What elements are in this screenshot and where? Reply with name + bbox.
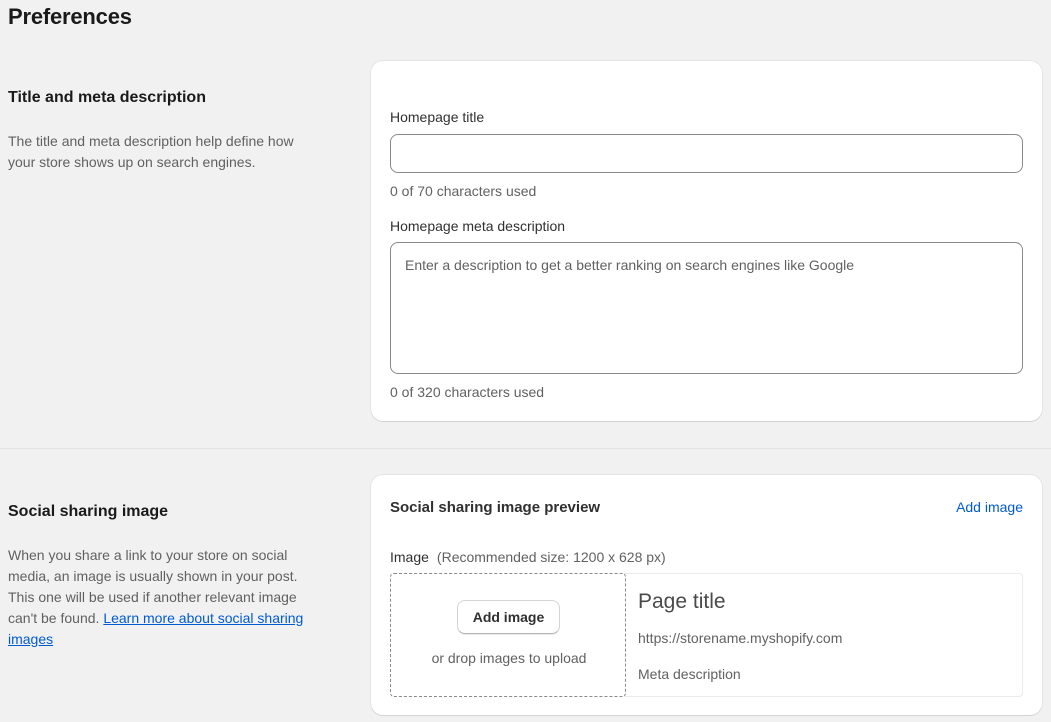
preview-url: https://storename.myshopify.com	[638, 630, 843, 646]
homepage-title-label: Homepage title	[390, 109, 485, 125]
image-label-row: Image (Recommended size: 1200 x 628 px)	[390, 549, 666, 565]
social-section-description: When you share a link to your store on s…	[8, 545, 318, 650]
add-image-link[interactable]: Add image	[956, 499, 1023, 515]
social-preview-card-heading: Social sharing image preview	[390, 499, 601, 516]
homepage-title-input[interactable]	[390, 134, 1023, 173]
page-title: Preferences	[8, 4, 132, 29]
section-divider	[0, 448, 1051, 449]
image-dropzone[interactable]: Add image or drop images to upload	[390, 573, 626, 697]
meta-description-placeholder: Enter a description to get a better rank…	[405, 257, 855, 273]
social-section-heading: Social sharing image	[8, 503, 169, 520]
meta-description-textarea[interactable]: Enter a description to get a better rank…	[390, 242, 1023, 374]
social-preview-card: Social sharing image preview Add image I…	[371, 475, 1042, 715]
meta-description-counter: 0 of 320 characters used	[390, 384, 545, 400]
preview-meta-description: Meta description	[638, 666, 741, 682]
title-meta-card: Homepage title 0 of 70 characters used H…	[371, 61, 1042, 421]
drop-text: or drop images to upload	[431, 650, 587, 666]
add-image-button[interactable]: Add image	[457, 600, 560, 634]
title-meta-section-heading: Title and meta description	[8, 89, 206, 106]
image-label: Image	[390, 549, 429, 565]
preview-page-title: Page title	[638, 590, 726, 613]
title-meta-section-description: The title and meta description help defi…	[8, 133, 294, 170]
social-preview: Add image or drop images to upload Page …	[390, 573, 1023, 697]
meta-description-label: Homepage meta description	[390, 218, 566, 234]
image-recommendation: (Recommended size: 1200 x 628 px)	[436, 549, 666, 565]
homepage-title-counter: 0 of 70 characters used	[390, 183, 537, 199]
